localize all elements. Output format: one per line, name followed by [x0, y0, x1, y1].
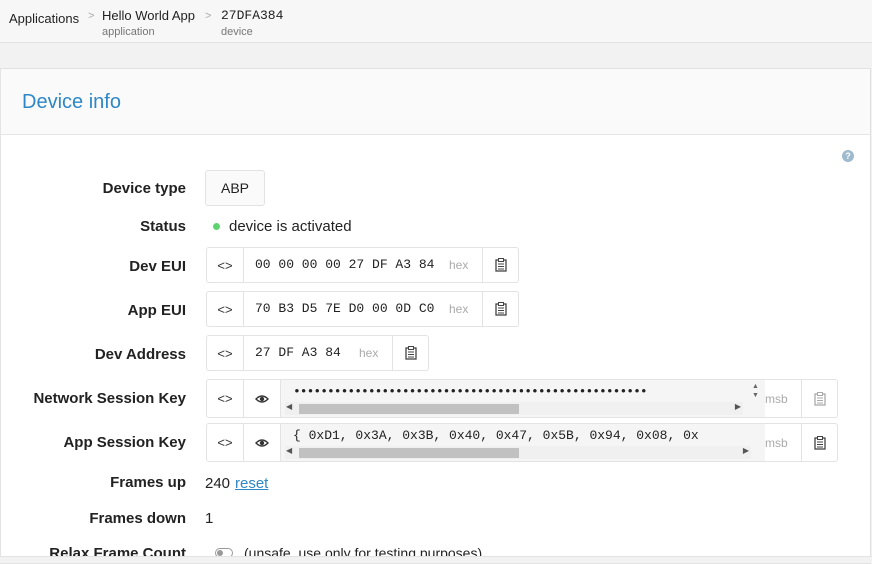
clipboard-icon: [495, 302, 507, 316]
dev-address-format: hex: [359, 346, 379, 360]
network-session-key-label: Network Session Key: [33, 390, 186, 407]
app-eui-format: hex: [449, 302, 469, 316]
copy-button[interactable]: [801, 424, 838, 461]
app-session-key-field: <> { 0xD1, 0x3A, 0x3B, 0x40, 0x47, 0x5B,…: [206, 423, 838, 462]
show-key-button[interactable]: [244, 424, 281, 461]
format-toggle-button[interactable]: <>: [207, 336, 244, 370]
dev-eui-label: Dev EUI: [129, 258, 186, 275]
status-dot: [213, 223, 220, 230]
format-toggle-button[interactable]: <>: [207, 292, 244, 326]
clipboard-icon: [814, 435, 826, 450]
card-header: Device info: [1, 69, 870, 135]
eye-icon: [255, 438, 269, 447]
breadcrumb-application-subtitle: application: [102, 26, 155, 38]
clipboard-icon: [814, 391, 826, 406]
page-title: Device info: [22, 91, 121, 113]
eye-icon: [255, 394, 269, 403]
scroll-left-icon[interactable]: ◀: [286, 402, 292, 411]
breadcrumb-applications-label[interactable]: Applications: [9, 11, 79, 26]
dev-eui-field: <> 00 00 00 00 27 DF A3 84 hex: [206, 247, 519, 283]
status-label: Status: [140, 218, 186, 235]
clipboard-icon: [405, 346, 417, 360]
breadcrumb-applications[interactable]: Applications: [9, 11, 79, 26]
scrollbar-thumb[interactable]: [299, 448, 519, 458]
device-type-badge: ABP: [205, 170, 265, 206]
device-type-label: Device type: [102, 180, 186, 197]
app-eui-label: App EUI: [127, 302, 186, 319]
format-toggle-button[interactable]: <>: [207, 380, 244, 417]
scroll-left-icon[interactable]: ◀: [286, 446, 292, 455]
breadcrumb-application-title[interactable]: Hello World App: [102, 8, 195, 23]
copy-button[interactable]: [482, 292, 519, 326]
dev-address-label: Dev Address: [94, 346, 186, 363]
dev-eui-value[interactable]: 00 00 00 00 27 DF A3 84: [255, 248, 445, 282]
breadcrumb-device-title[interactable]: 27DFA384: [221, 8, 283, 23]
app-session-key-textarea[interactable]: { 0xD1, 0x3A, 0x3B, 0x40, 0x47, 0x5B, 0x…: [281, 424, 765, 461]
network-session-key-format: msb: [765, 392, 788, 406]
frames-up-label: Frames up: [110, 474, 186, 491]
copy-button-disabled: [801, 380, 838, 417]
copy-button[interactable]: [482, 248, 519, 282]
scrollbar-thumb[interactable]: [299, 404, 519, 414]
breadcrumb-device-subtitle: device: [221, 26, 253, 38]
network-session-key-value: ••••••••••••••••••••••••••••••••••••••••…: [293, 384, 648, 399]
breadcrumb-device[interactable]: 27DFA384 device: [221, 8, 283, 38]
app-session-key-label: App Session Key: [63, 434, 186, 451]
help-icon[interactable]: ?: [842, 150, 854, 162]
scroll-right-icon[interactable]: ▶: [735, 402, 741, 411]
horizontal-scrollbar[interactable]: ◀ ▶: [285, 446, 751, 459]
scroll-right-icon[interactable]: ▶: [743, 446, 749, 455]
copy-button[interactable]: [392, 336, 429, 370]
status-text: device is activated: [229, 218, 352, 235]
app-session-key-value: { 0xD1, 0x3A, 0x3B, 0x40, 0x47, 0x5B, 0x…: [293, 428, 699, 443]
breadcrumb-application[interactable]: Hello World App application: [102, 8, 195, 38]
reset-frames-link[interactable]: reset: [235, 475, 268, 492]
show-key-button[interactable]: [244, 380, 281, 417]
app-eui-field: <> 70 B3 D5 7E D0 00 0D C0 hex: [206, 291, 519, 327]
horizontal-scrollbar[interactable]: ◀ ▶: [285, 402, 743, 415]
vertical-scrollbar[interactable]: ▲ ▼: [750, 382, 761, 400]
device-type-value: ABP: [220, 180, 249, 196]
format-toggle-button[interactable]: <>: [207, 248, 244, 282]
clipboard-icon: [495, 258, 507, 272]
dev-address-value[interactable]: 27 DF A3 84: [255, 336, 355, 370]
dev-address-field: <> 27 DF A3 84 hex: [206, 335, 429, 371]
app-session-key-format: msb: [765, 436, 788, 450]
format-toggle-button[interactable]: <>: [207, 424, 244, 461]
frames-down-value: 1: [205, 510, 214, 527]
app-eui-value[interactable]: 70 B3 D5 7E D0 00 0D C0: [255, 292, 445, 326]
breadcrumb-separator-2: >: [205, 10, 212, 22]
frames-down-label: Frames down: [89, 510, 186, 527]
network-session-key-field: <> •••••••••••••••••••••••••••••••••••••…: [206, 379, 838, 418]
breadcrumb-separator-1: >: [88, 10, 95, 22]
frames-up-value: 240: [205, 475, 231, 492]
network-session-key-textarea[interactable]: ••••••••••••••••••••••••••••••••••••••••…: [281, 380, 765, 417]
breadcrumb: Applications > Hello World App applicati…: [0, 0, 872, 43]
dev-eui-format: hex: [449, 258, 469, 272]
